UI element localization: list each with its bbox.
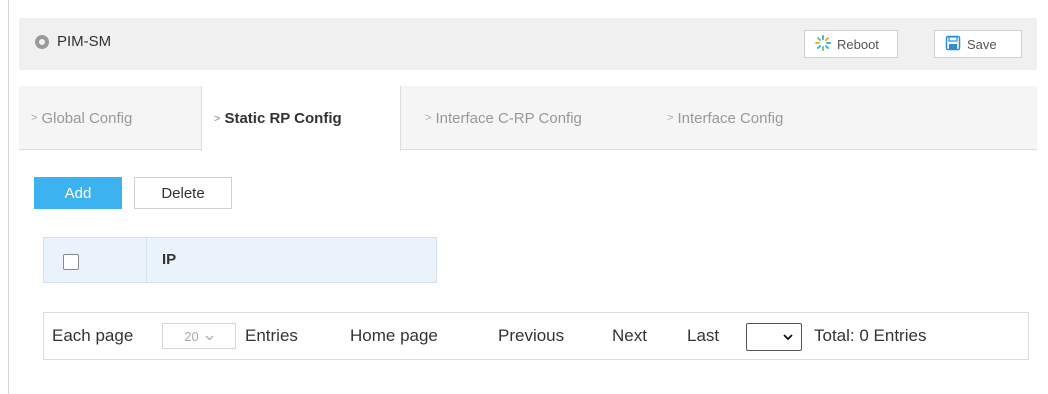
reboot-label: Reboot <box>837 36 879 52</box>
delete-button[interactable]: Delete <box>134 177 232 209</box>
pagination-bar: Each page 20 Entries Home page Previous … <box>43 312 1029 360</box>
tab-label: Interface Config <box>677 109 784 127</box>
tab-static-rp-config[interactable]: > Static RP Config <box>201 86 401 151</box>
page-number-select[interactable] <box>746 323 802 351</box>
home-page-link[interactable]: Home page <box>350 326 438 346</box>
save-button[interactable]: Save <box>934 30 1022 58</box>
spinner-icon <box>815 34 831 54</box>
tab-bar: > Global Config > Static RP Config > Int… <box>19 86 1037 151</box>
previous-page-link[interactable]: Previous <box>498 326 564 346</box>
tab-label: Global Config <box>41 109 133 127</box>
chevron-right-icon: > <box>214 112 221 125</box>
tab-label: Interface C-RP Config <box>435 109 582 127</box>
each-page-label: Each page <box>52 326 134 345</box>
column-header-ip: IP <box>162 251 177 268</box>
floppy-disk-icon <box>945 35 961 54</box>
chevron-right-icon: > <box>31 112 38 124</box>
circle-icon <box>35 34 49 49</box>
save-label: Save <box>967 36 997 52</box>
total-entries: Total: 0 Entries <box>814 326 927 345</box>
tab-interface-c-rp-config[interactable]: > Interface C-RP Config <box>413 86 594 150</box>
page-title-group: PIM-SM <box>35 33 111 50</box>
chevron-right-icon: > <box>667 112 674 124</box>
next-page-link[interactable]: Next <box>612 326 647 346</box>
reboot-button[interactable]: Reboot <box>804 30 898 58</box>
last-page-link[interactable]: Last <box>687 326 719 346</box>
page-size-value: 20 <box>184 328 199 344</box>
table-header-row: IP <box>43 237 437 283</box>
chevron-down-icon <box>783 330 793 344</box>
entries-label: Entries <box>245 326 298 345</box>
page-title: PIM-SM <box>57 33 112 50</box>
chevron-down-icon <box>205 329 214 344</box>
page-size-select[interactable]: 20 <box>162 323 236 349</box>
select-all-checkbox[interactable] <box>63 254 79 270</box>
tab-label: Static RP Config <box>224 110 342 127</box>
page-header: PIM-SM Reboot Save <box>19 18 1037 70</box>
add-button[interactable]: Add <box>34 177 122 209</box>
tab-global-config[interactable]: > Global Config <box>19 86 144 150</box>
select-all-cell <box>44 238 147 282</box>
tab-interface-config[interactable]: > Interface Config <box>655 86 795 150</box>
chevron-right-icon: > <box>425 112 432 124</box>
